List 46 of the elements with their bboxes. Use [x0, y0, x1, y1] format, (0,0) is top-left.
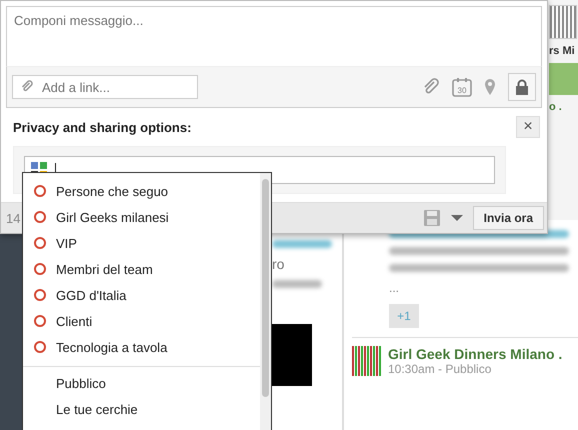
post-author: o . [549, 101, 563, 113]
ellipsis-text: ... [389, 281, 400, 295]
menu-item[interactable]: Membri del team [23, 256, 260, 282]
menu-item[interactable]: GGD d'Italia [23, 282, 260, 308]
lock-icon [515, 78, 529, 96]
caret-icon[interactable] [450, 214, 463, 222]
circle-name: VIP [56, 236, 77, 250]
menu-item[interactable]: Le tue cerchie [23, 396, 260, 422]
circle-icon [34, 211, 46, 223]
circle-name: Persone che seguo [56, 184, 168, 198]
circle-icon [34, 237, 46, 249]
scrollbar[interactable] [260, 173, 271, 430]
circle-name: Girl Geeks milanesi [56, 210, 169, 224]
blurred-line [272, 280, 322, 288]
profile-name: rs Mi [549, 45, 576, 57]
circle-name: Membri del team [56, 262, 153, 276]
post-author[interactable]: Girl Geek Dinners Milano . [388, 346, 562, 362]
menu-item[interactable]: Persone che seguo [23, 178, 260, 204]
circle-icon [34, 263, 46, 275]
menu-item[interactable]: VIP [23, 230, 260, 256]
location-pin-icon[interactable] [484, 78, 496, 96]
character-count: 14 [6, 210, 20, 226]
circle-icon [34, 289, 46, 301]
circle-icon [34, 315, 46, 327]
lock-button[interactable] [508, 73, 536, 101]
privacy-title: Privacy and sharing options: [13, 120, 192, 134]
header-banner [549, 63, 578, 95]
menu-item[interactable]: Clienti [23, 308, 260, 334]
menu-item[interactable]: Girl Geeks milanesi [23, 204, 260, 230]
save-icon[interactable] [422, 209, 441, 227]
post-meta: 10:30am - Pubblico [388, 362, 492, 376]
paperclip-icon[interactable] [422, 78, 440, 96]
send-button[interactable]: Invia ora [472, 206, 544, 230]
profile-thumbnail [549, 5, 577, 39]
circle-icon [34, 341, 46, 353]
menu-item[interactable]: Pubblico [23, 370, 260, 396]
group-logo [352, 346, 382, 376]
close-button[interactable]: × [516, 116, 540, 138]
circle-icon [34, 185, 46, 197]
circle-name: GGD d'Italia [56, 288, 126, 302]
circle-name: Clienti [56, 314, 92, 328]
circle-name: Tecnologia a tavola [56, 340, 168, 354]
blurred-line [272, 240, 332, 248]
menu-item[interactable]: Tecnologia a tavola [23, 334, 260, 360]
post-text: ro [272, 256, 286, 272]
message-field[interactable]: Componi messaggio... [6, 6, 542, 66]
